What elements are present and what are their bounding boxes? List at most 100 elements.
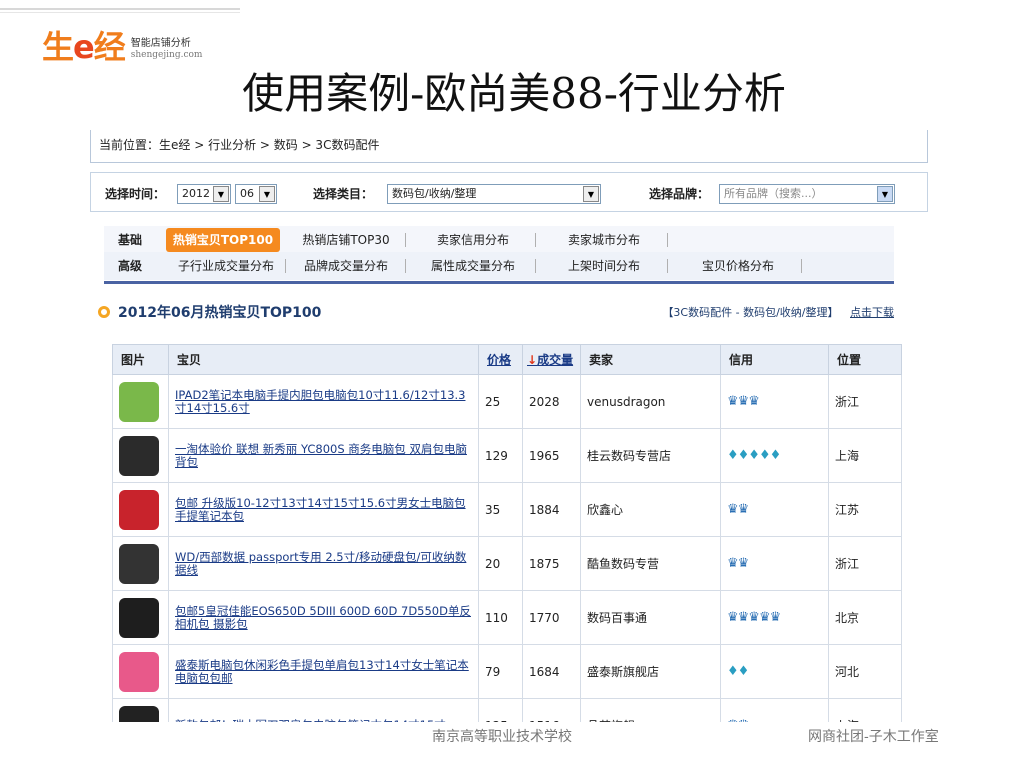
cell-item[interactable]: 包邮 升级版10-12寸13寸14寸15寸15.6寸男女士电脑包手提笔记本包 — [168, 482, 479, 537]
section-title: 2012年06月热销宝贝TOP100 — [98, 302, 321, 322]
table-row: 包邮 升级版10-12寸13寸14寸15寸15.6寸男女士电脑包手提笔记本包 35… — [112, 482, 902, 537]
sort-down-icon: ↓ — [527, 353, 538, 367]
col-credit: 信用 — [720, 344, 829, 375]
chevron-down-icon: ▼ — [259, 186, 275, 202]
top-decoration-line — [0, 8, 240, 13]
col-pic: 图片 — [112, 344, 169, 375]
cell-price: 79 — [478, 644, 523, 699]
tab-hot-shops-top30[interactable]: 热销店铺TOP30 — [286, 228, 406, 252]
cell-pic — [112, 536, 169, 591]
cell-location: 江苏 — [828, 482, 902, 537]
chevron-down-icon: ▼ — [213, 186, 229, 202]
cell-price: 35 — [478, 482, 523, 537]
cell-seller: 盛泰斯旗舰店 — [580, 644, 721, 699]
brand-label: 选择品牌： — [649, 187, 710, 201]
slide-title: 使用案例-欧尚美88-行业分析 — [242, 69, 786, 118]
col-seller: 卖家 — [580, 344, 721, 375]
time-label: 选择时间： — [105, 187, 166, 201]
cell-pic — [112, 428, 169, 483]
cell-item[interactable]: IPAD2笔记本电脑手提内胆包电脑包10寸11.6/12寸13.3寸14寸15.… — [168, 374, 479, 429]
cell-price: 129 — [478, 428, 523, 483]
cell-location: 上海 — [828, 698, 902, 722]
cell-pic — [112, 644, 169, 699]
cell-sold: 1684 — [522, 644, 581, 699]
category-label: 选择类目： — [313, 187, 374, 201]
category-select[interactable]: 数码包/收纳/整理 ▼ — [387, 184, 601, 204]
chevron-down-icon: ▼ — [877, 186, 893, 202]
cell-price: 125 — [478, 698, 523, 722]
product-thumbnail[interactable] — [119, 489, 159, 530]
col-location: 位置 — [828, 344, 902, 375]
cell-pic — [112, 374, 169, 429]
logo-mark: 生e经 — [42, 28, 126, 66]
cell-pic — [112, 590, 169, 645]
download-link[interactable]: 点击下载 — [850, 306, 894, 319]
breadcrumb: 当前位置：生e经 > 行业分析 > 数码 > 3C数码配件 — [90, 130, 928, 163]
cell-item[interactable]: 包邮5皇冠佳能EOS650D 5DIII 600D 60D 7D550D单反相机… — [168, 590, 479, 645]
product-thumbnail[interactable] — [119, 651, 159, 692]
cell-sold: 2028 — [522, 374, 581, 429]
tab-attr-volume[interactable]: 属性成交量分布 — [410, 254, 536, 278]
logo-en-text: shengejing.com — [130, 50, 203, 60]
cell-sold: 1965 — [522, 428, 581, 483]
table-row: 盛泰斯电脑包休闲彩色手提包单肩包13寸14寸女士笔记本电脑包包邮 79 1684 盛泰… — [112, 644, 902, 699]
logo-cn-text: 智能店铺分析 — [130, 38, 191, 49]
table-row: 一淘体验价 联想 新秀丽 YC800S 商务电脑包 双肩包电脑背包 129 1965… — [112, 428, 902, 483]
cell-price: 20 — [478, 536, 523, 591]
cell-location: 上海 — [828, 428, 902, 483]
cell-seller: venusdragon — [580, 374, 721, 429]
product-thumbnail[interactable] — [119, 435, 159, 476]
cell-credit: ♛♛ — [720, 698, 829, 722]
circle-bullet-icon — [98, 306, 110, 318]
screenshot-panel: 当前位置：生e经 > 行业分析 > 数码 > 3C数码配件 选择时间： 2012… — [90, 130, 928, 722]
col-sold-sort[interactable]: ↓成交量 — [522, 344, 581, 375]
tab-seller-credit[interactable]: 卖家信用分布 — [410, 228, 536, 252]
cell-sold: 1875 — [522, 536, 581, 591]
chevron-down-icon: ▼ — [583, 186, 599, 202]
brand-search-select[interactable]: 所有品牌（搜索...） ▼ — [719, 184, 895, 204]
cell-credit: ♦♦ — [720, 644, 829, 699]
top-items-table: 图片 宝贝 价格 ↓成交量 卖家 信用 位置 IPAD2笔记本电脑手提内胆包电脑… — [112, 344, 902, 722]
cell-item[interactable]: 盛泰斯电脑包休闲彩色手提包单肩包13寸14寸女士笔记本电脑包包邮 — [168, 644, 479, 699]
tab-hot-items-top100[interactable]: 热销宝贝TOP100 — [166, 228, 280, 252]
cell-credit: ♛♛ — [720, 536, 829, 591]
cell-seller: 欣鑫心 — [580, 482, 721, 537]
cell-seller: 数码百事通 — [580, 590, 721, 645]
cell-item[interactable]: WD/西部数据 passport专用 2.5寸/移动硬盘包/可收纳数据线 — [168, 536, 479, 591]
tab-price-dist[interactable]: 宝贝价格分布 — [674, 254, 802, 278]
col-item: 宝贝 — [168, 344, 479, 375]
cell-seller: 品若旗舰 — [580, 698, 721, 722]
cell-seller: 桂云数码专营店 — [580, 428, 721, 483]
cell-item[interactable]: 一淘体验价 联想 新秀丽 YC800S 商务电脑包 双肩包电脑背包 — [168, 428, 479, 483]
month-select[interactable]: 06 ▼ — [235, 184, 277, 204]
cell-location: 浙江 — [828, 374, 902, 429]
tab-brand-volume[interactable]: 品牌成交量分布 — [286, 254, 406, 278]
cell-sold: 1770 — [522, 590, 581, 645]
product-thumbnail[interactable] — [119, 381, 159, 422]
product-thumbnail[interactable] — [119, 543, 159, 584]
logo: 生e经 智能店铺分析 shengejing.com — [42, 30, 202, 64]
cell-location: 北京 — [828, 590, 902, 645]
table-row: IPAD2笔记本电脑手提内胆包电脑包10寸11.6/12寸13.3寸14寸15.… — [112, 374, 902, 429]
product-thumbnail[interactable] — [119, 597, 159, 638]
footer-school: 南京高等职业技术学校 — [432, 729, 572, 745]
cell-location: 浙江 — [828, 536, 902, 591]
year-select[interactable]: 2012 ▼ — [177, 184, 231, 204]
cell-item[interactable]: 新款包邮！瑞士军刀双肩包电脑包笔记本包14寸15寸 — [168, 698, 479, 722]
cell-credit: ♛♛♛ — [720, 374, 829, 429]
filter-bar: 选择时间： 2012 ▼ 06 ▼ 选择类目： 数码包/收纳/整理 ▼ 选择品牌： 所… — [90, 172, 928, 212]
product-thumbnail[interactable] — [119, 705, 159, 722]
category-tag: 【3C数码配件 - 数码包/收纳/整理】 — [662, 306, 839, 319]
col-price-sort[interactable]: 价格 — [478, 344, 523, 375]
cell-price: 25 — [478, 374, 523, 429]
cell-sold: 1884 — [522, 482, 581, 537]
cell-credit: ♛♛ — [720, 482, 829, 537]
cell-sold: 1516 — [522, 698, 581, 722]
tab-row-head-advanced: 高级 — [117, 259, 142, 273]
cell-credit: ♦♦♦♦♦ — [720, 428, 829, 483]
tab-seller-city[interactable]: 卖家城市分布 — [540, 228, 668, 252]
tab-listing-time[interactable]: 上架时间分布 — [540, 254, 668, 278]
table-row: WD/西部数据 passport专用 2.5寸/移动硬盘包/可收纳数据线 20 18… — [112, 536, 902, 591]
tab-subindustry[interactable]: 子行业成交量分布 — [166, 254, 286, 278]
cell-credit: ♛♛♛♛♛ — [720, 590, 829, 645]
